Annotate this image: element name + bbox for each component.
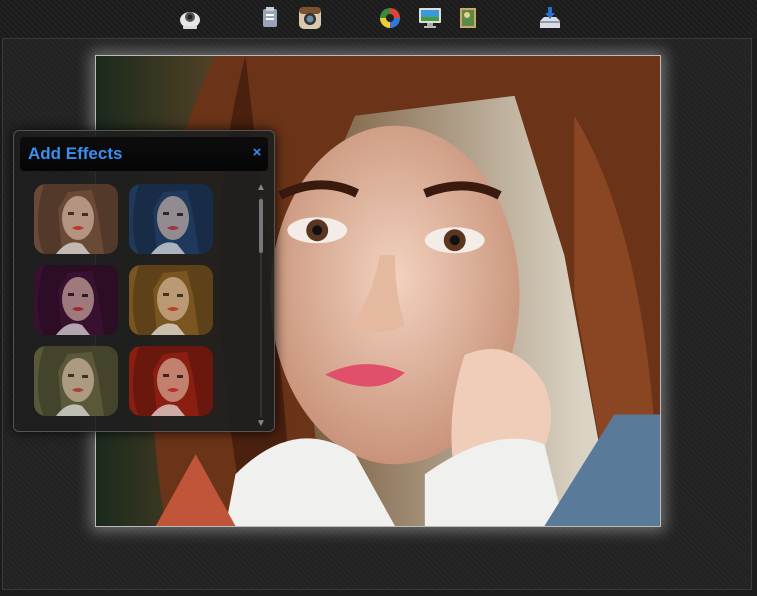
effect-thumbnail[interactable]	[34, 184, 118, 254]
panel-title: Add Effects	[28, 144, 123, 163]
effect-preview-image	[34, 265, 118, 335]
effect-preview-image	[34, 346, 118, 416]
top-toolbar	[0, 0, 757, 38]
scroll-up-icon[interactable]: ▲	[256, 183, 266, 193]
scrollbar[interactable]: ▲ ▼	[256, 183, 266, 429]
monitor-icon[interactable]	[416, 4, 444, 32]
panel-header: Add Effects ×	[20, 137, 268, 171]
effects-panel: Add Effects × ▲ ▼	[13, 130, 275, 432]
effect-thumbnail[interactable]	[129, 184, 213, 254]
effect-thumbnail[interactable]	[129, 265, 213, 335]
effect-preview-image	[34, 184, 118, 254]
instagram-icon[interactable]	[296, 4, 324, 32]
effect-thumbnail[interactable]	[34, 346, 118, 416]
effect-preview-image	[129, 346, 213, 416]
effect-preview-image	[129, 265, 213, 335]
scroll-thumb[interactable]	[259, 199, 263, 253]
close-icon[interactable]: ×	[250, 145, 264, 160]
effect-thumbnail[interactable]	[129, 346, 213, 416]
picture-icon[interactable]	[454, 4, 482, 32]
scroll-down-icon[interactable]: ▼	[256, 419, 266, 429]
effects-list	[34, 184, 224, 428]
save-download-icon[interactable]	[536, 4, 564, 32]
effect-thumbnail[interactable]	[34, 265, 118, 335]
effect-preview-image	[129, 184, 213, 254]
color-wheel-icon[interactable]	[376, 4, 404, 32]
webcam-icon[interactable]	[176, 4, 204, 32]
paste-icon[interactable]	[256, 4, 284, 32]
